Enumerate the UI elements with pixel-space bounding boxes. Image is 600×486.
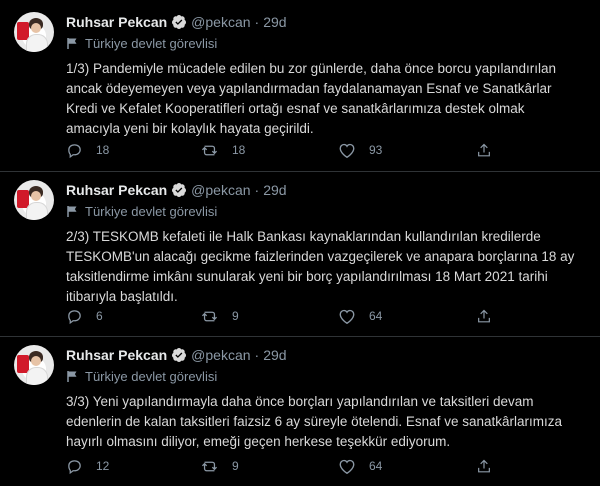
- like-button[interactable]: 64: [338, 306, 382, 326]
- tweet-header: Ruhsar Pekcan @pekcan · 29d: [66, 345, 287, 365]
- retweet-count: 18: [232, 143, 246, 157]
- tweet[interactable]: Ruhsar Pekcan @pekcan · 29d Türkiye devl…: [0, 12, 600, 172]
- share-button[interactable]: [476, 456, 505, 476]
- like-count: 64: [369, 459, 383, 473]
- share-icon: [478, 309, 490, 322]
- separator-dot: ·: [254, 14, 260, 30]
- like-button[interactable]: 93: [338, 140, 382, 160]
- avatar[interactable]: [14, 12, 54, 52]
- separator-dot: ·: [254, 182, 260, 198]
- share-button[interactable]: [476, 306, 505, 326]
- share-icon: [478, 143, 490, 156]
- timestamp[interactable]: 29d: [263, 14, 286, 30]
- author-handle[interactable]: @pekcan: [191, 182, 250, 198]
- tweet-header: Ruhsar Pekcan @pekcan · 29d: [66, 180, 287, 200]
- government-label: Türkiye devlet görevlisi: [66, 203, 217, 219]
- avatar-figure-face: [31, 191, 41, 201]
- heart-icon: [339, 309, 355, 324]
- author-name[interactable]: Ruhsar Pekcan: [66, 347, 167, 363]
- retweet-button[interactable]: 9: [200, 456, 239, 476]
- reply-icon: [68, 459, 81, 474]
- tweet-thread: Ruhsar Pekcan @pekcan · 29d Türkiye devl…: [0, 0, 600, 486]
- retweet-icon: [201, 145, 218, 155]
- reply-button[interactable]: 12: [66, 456, 109, 476]
- tweet-actions: 6 9 64: [66, 306, 490, 326]
- timestamp[interactable]: 29d: [263, 182, 286, 198]
- share-button[interactable]: [476, 140, 505, 160]
- reply-count: 12: [96, 459, 110, 473]
- reply-count: 18: [96, 143, 110, 157]
- avatar-figure-face: [31, 356, 41, 366]
- reply-count: 6: [96, 309, 103, 323]
- reply-icon: [68, 309, 81, 324]
- flag-icon: [67, 37, 77, 49]
- separator-dot: ·: [254, 347, 260, 363]
- reply-button[interactable]: 6: [66, 306, 103, 326]
- reply-icon: [68, 143, 81, 158]
- retweet-count: 9: [232, 309, 239, 323]
- author-name[interactable]: Ruhsar Pekcan: [66, 182, 167, 198]
- reply-button[interactable]: 18: [66, 140, 109, 160]
- government-label: Türkiye devlet görevlisi: [66, 368, 217, 384]
- heart-icon: [339, 459, 355, 474]
- tweet[interactable]: Ruhsar Pekcan @pekcan · 29d Türkiye devl…: [0, 345, 600, 486]
- label-text: Türkiye devlet görevlisi: [85, 368, 218, 384]
- retweet-button[interactable]: 18: [200, 140, 245, 160]
- tweet[interactable]: Ruhsar Pekcan @pekcan · 29d Türkiye devl…: [0, 180, 600, 340]
- verified-badge-icon: [172, 183, 187, 197]
- government-label: Türkiye devlet görevlisi: [66, 35, 217, 51]
- retweet-button[interactable]: 9: [200, 306, 239, 326]
- retweet-icon: [201, 311, 218, 321]
- author-name[interactable]: Ruhsar Pekcan: [66, 14, 167, 30]
- author-handle[interactable]: @pekcan: [191, 347, 250, 363]
- retweet-icon: [201, 461, 218, 471]
- avatar-figure-body: [26, 34, 48, 52]
- tweet-actions: 12 9 64: [66, 456, 490, 476]
- divider: [0, 171, 600, 172]
- like-button[interactable]: 64: [338, 456, 382, 476]
- tweet-text: 2/3) TESKOMB kefaleti ile Halk Bankası k…: [66, 229, 575, 304]
- timestamp[interactable]: 29d: [263, 347, 286, 363]
- divider: [0, 336, 600, 337]
- label-text: Türkiye devlet görevlisi: [85, 203, 218, 219]
- tweet-text: 3/3) Yeni yapılandırmayla daha önce borç…: [66, 394, 562, 449]
- tweet-actions: 18 18 93: [66, 140, 490, 160]
- label-text: Türkiye devlet görevlisi: [85, 35, 218, 51]
- share-icon: [478, 459, 490, 472]
- avatar-figure-body: [26, 367, 48, 385]
- verified-badge-icon: [172, 15, 187, 29]
- avatar-figure-face: [31, 23, 41, 33]
- flag-icon: [67, 205, 77, 217]
- like-count: 93: [369, 143, 383, 157]
- avatar[interactable]: [14, 180, 54, 220]
- flag-icon: [67, 370, 77, 382]
- tweet-header: Ruhsar Pekcan @pekcan · 29d: [66, 12, 287, 32]
- avatar-figure-body: [26, 202, 48, 220]
- tweet-text: 1/3) Pandemiyle mücadele edilen bu zor g…: [66, 61, 557, 136]
- like-count: 64: [369, 309, 383, 323]
- author-handle[interactable]: @pekcan: [191, 14, 250, 30]
- retweet-count: 9: [232, 459, 239, 473]
- verified-badge-icon: [172, 348, 187, 362]
- avatar[interactable]: [14, 345, 54, 385]
- heart-icon: [339, 143, 355, 158]
